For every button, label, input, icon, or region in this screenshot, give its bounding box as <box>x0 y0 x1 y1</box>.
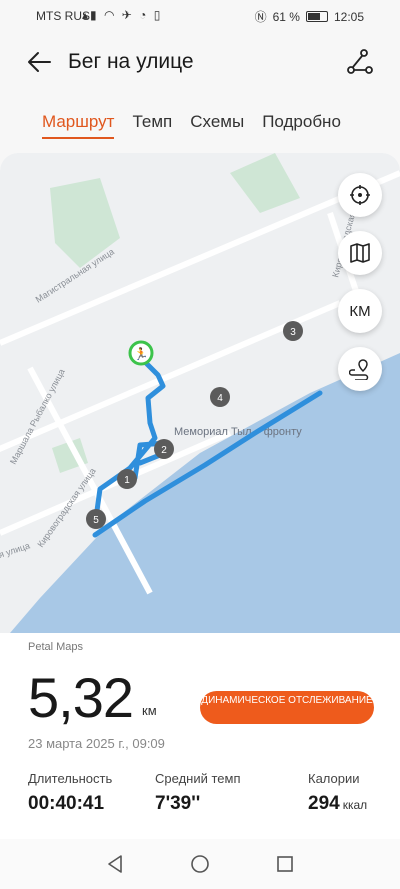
system-nav-bar <box>0 839 400 889</box>
map-layers-button[interactable] <box>338 231 382 275</box>
map-layers-icon <box>350 243 370 263</box>
distance-unit: км <box>142 703 157 718</box>
km-marker-label: 1 <box>124 475 130 486</box>
avg-pace-value: 7'39'' <box>155 793 200 815</box>
nav-recents-icon[interactable] <box>274 853 296 875</box>
page-title: Бег на улице <box>68 50 194 73</box>
tab-bar: Маршрут Темп Схемы Подробно <box>42 112 341 139</box>
locate-icon <box>350 185 370 205</box>
km-marker-label: 3 <box>290 327 296 338</box>
tab-route[interactable]: Маршрут <box>42 112 115 139</box>
avg-pace-label: Средний темп <box>155 771 241 786</box>
km-marker: 3 <box>283 321 303 341</box>
km-marker: 4 <box>210 387 230 407</box>
nfc-icon: Ⓝ <box>254 10 267 24</box>
dynamic-tracking-label: ДИНАМИЧЕСКОЕ ОТСЛЕЖИВАНИЕ <box>201 695 373 706</box>
runner-icon: 🏃 <box>134 347 149 361</box>
distance-value: 5,32 <box>28 666 134 729</box>
km-marker-label: 4 <box>217 393 223 404</box>
duration-number: 00:40:41 <box>28 793 105 814</box>
tab-pace[interactable]: Темп <box>132 112 172 138</box>
status-bar: MTS RUS ▴▮ ◠ ✈ ◔ ▯ Ⓝ 61 % 12:05 <box>0 0 400 32</box>
header: Бег на улице <box>0 40 400 84</box>
km-marker: 5 <box>86 509 106 529</box>
calories-number: 294 <box>308 793 340 814</box>
tab-details[interactable]: Подробно <box>262 112 341 138</box>
clock: 12:05 <box>333 9 364 24</box>
duration-value: 00:40:41 <box>28 793 104 815</box>
battery-icon <box>305 11 328 22</box>
km-marker-label: 2 <box>161 445 167 456</box>
landmark-text: Мемориал Тыл – фронту <box>174 426 302 438</box>
km-marker: 1 <box>117 469 137 489</box>
workout-date: 23 марта 2025 г., 09:09 <box>28 736 165 751</box>
route-pin-button[interactable] <box>338 347 382 391</box>
calories-unit: ккал <box>342 798 368 812</box>
nav-back-icon[interactable] <box>104 853 126 875</box>
locate-button[interactable] <box>338 173 382 217</box>
nav-home-icon[interactable] <box>189 853 211 875</box>
route-pin-icon <box>349 359 369 380</box>
tab-charts[interactable]: Схемы <box>190 112 244 138</box>
calories-label: Калории <box>308 771 360 786</box>
status-right: Ⓝ 61 % 12:05 <box>255 8 364 25</box>
battery-label: 61 % <box>272 9 300 24</box>
duration-label: Длительность <box>28 771 113 786</box>
km-marker: 2 <box>154 439 174 459</box>
route-map[interactable]: Магистральная улица Маршала Рыбалко улиц… <box>0 153 400 633</box>
landmark-label: Мемориал Тыл – фронту <box>174 426 302 438</box>
back-arrow-icon[interactable] <box>26 48 54 76</box>
km-marker-label: 5 <box>93 515 99 526</box>
share-route-icon[interactable] <box>346 48 374 76</box>
dynamic-tracking-button[interactable]: ДИНАМИЧЕСКОЕ ОТСЛЕЖИВАНИЕ <box>200 691 374 724</box>
battery-fill <box>307 13 321 20</box>
units-button[interactable]: КМ <box>338 289 382 333</box>
avg-pace-number: 7'39'' <box>155 793 201 814</box>
calories-value: 294 ккал <box>308 793 367 815</box>
signal-wifi-icons: ▴▮ ◠ ✈ ◔ ▯ <box>82 8 163 22</box>
map-source-label: Petal Maps <box>28 641 84 653</box>
workout-card: Магистральная улица Маршала Рыбалко улиц… <box>0 153 400 889</box>
